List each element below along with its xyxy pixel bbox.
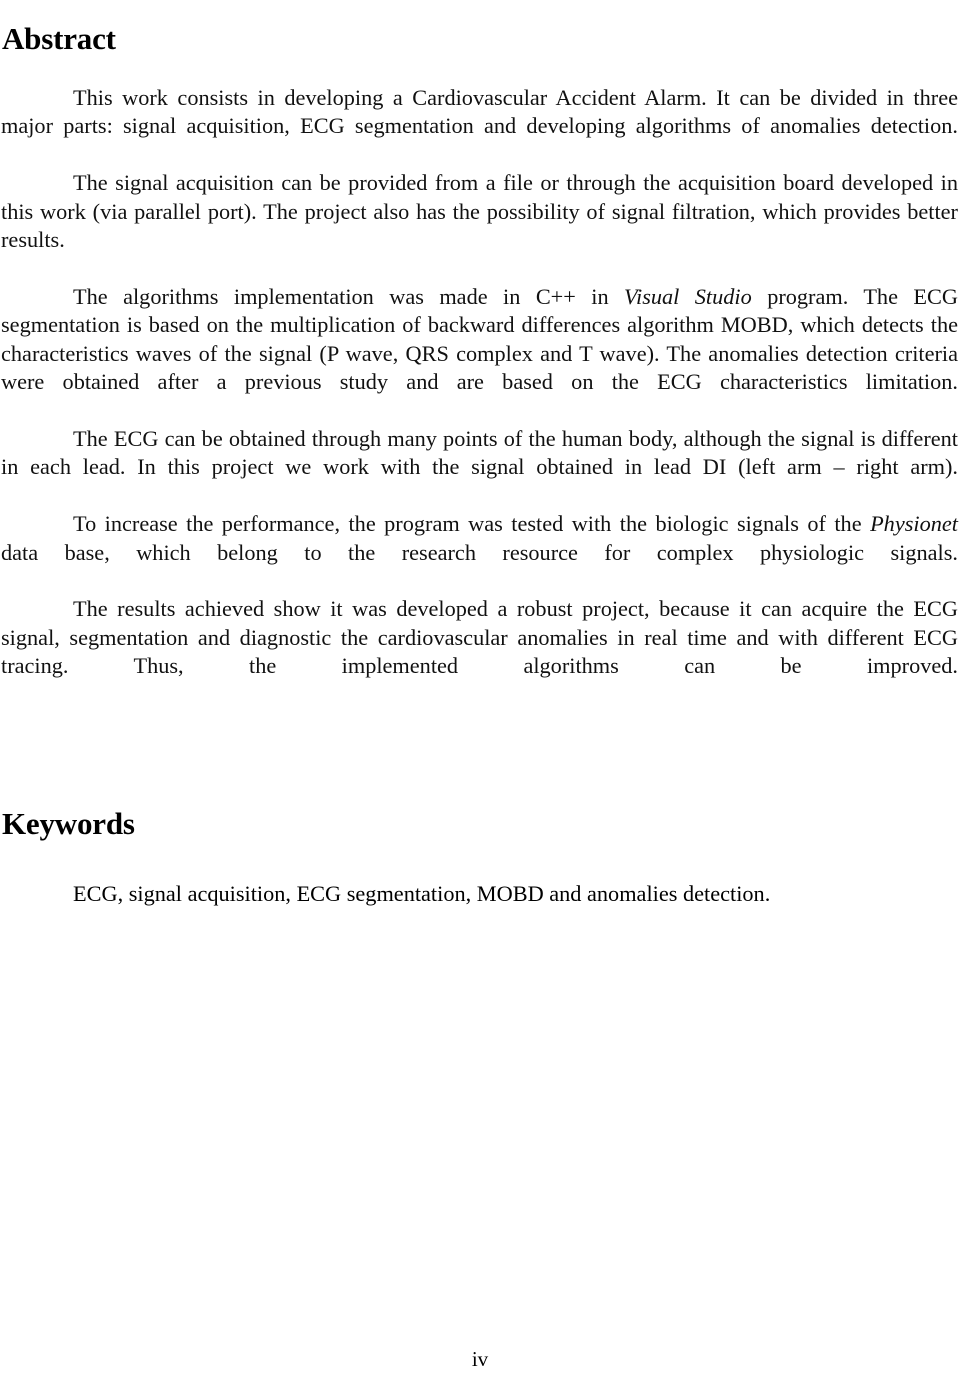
keywords-heading: Keywords [2, 805, 135, 841]
paragraph: The signal acquisition can be provided f… [1, 169, 958, 283]
text-run: The ECG can be obtained through many poi… [1, 425, 958, 480]
emphasized-text: Physionet [870, 511, 958, 537]
text-run: ECG, signal acquisition, ECG segmentatio… [73, 881, 771, 906]
text-run: To increase the performance, the program… [73, 511, 871, 537]
paragraph: ECG, signal acquisition, ECG segmentatio… [1, 880, 958, 908]
paragraph: To increase the performance, the program… [1, 510, 958, 595]
abstract-heading: Abstract [2, 20, 116, 56]
text-run: This work consists in developing a Cardi… [1, 85, 958, 139]
text-run: The algorithms implementation was made i… [73, 283, 625, 309]
text-run: data base, which belong to the research … [1, 539, 958, 565]
paragraph: The algorithms implementation was made i… [1, 283, 958, 425]
keywords-body-text: ECG, signal acquisition, ECG segmentatio… [1, 880, 958, 908]
document-page: Abstract This work consists in developin… [0, 0, 960, 1387]
paragraph: The results achieved show it was develop… [1, 595, 958, 709]
paragraph: The ECG can be obtained through many poi… [1, 425, 958, 510]
paragraph: This work consists in developing a Cardi… [1, 84, 958, 169]
page-number: iv [471, 1347, 489, 1371]
text-run: The signal acquisition can be provided f… [1, 170, 958, 253]
text-run: The results achieved show it was develop… [1, 596, 958, 679]
abstract-body-text: This work consists in developing a Cardi… [1, 84, 958, 709]
emphasized-text: Visual Studio [624, 283, 752, 309]
